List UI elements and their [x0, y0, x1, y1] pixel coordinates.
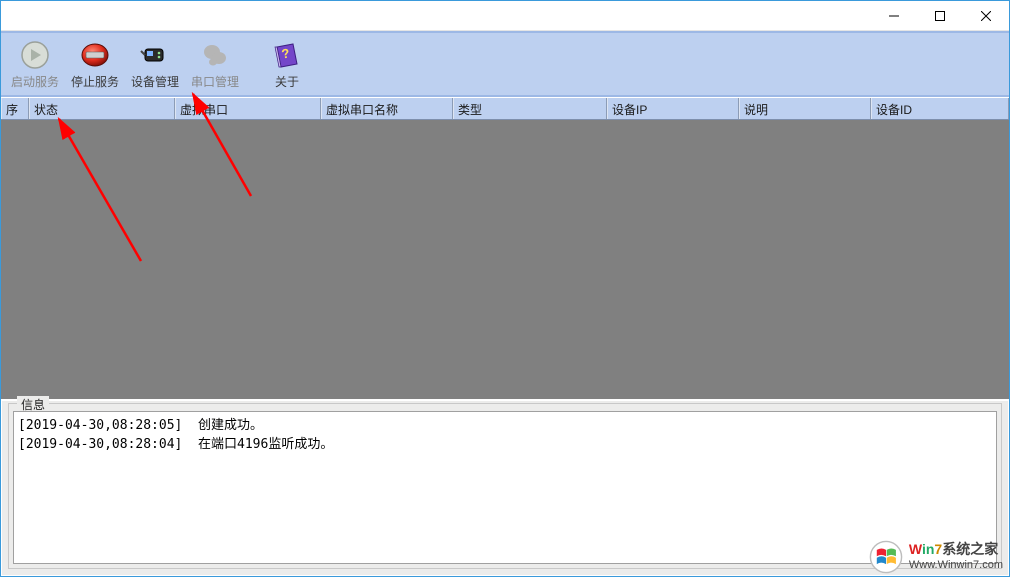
device-mgmt-button[interactable]: 设备管理	[125, 35, 185, 93]
col-vport[interactable]: 虚拟串口	[175, 98, 321, 119]
col-type[interactable]: 类型	[453, 98, 607, 119]
start-service-label: 启动服务	[11, 73, 59, 90]
minimize-button[interactable]	[871, 1, 917, 30]
info-panel: 信息 [2019-04-30,08:28:05] 创建成功。 [2019-04-…	[2, 401, 1008, 575]
stop-icon	[78, 38, 112, 72]
table-body[interactable]	[1, 120, 1009, 400]
stop-service-label: 停止服务	[71, 73, 119, 90]
col-seq[interactable]: 序	[1, 98, 29, 119]
device-mgmt-label: 设备管理	[131, 73, 179, 90]
serial-icon	[198, 38, 232, 72]
maximize-icon	[935, 11, 945, 21]
data-table: 序 状态 虚拟串口 虚拟串口名称 类型 设备IP 说明 设备ID	[1, 97, 1009, 400]
col-desc[interactable]: 说明	[739, 98, 871, 119]
titlebar	[1, 1, 1009, 31]
device-icon	[138, 38, 172, 72]
stop-service-button[interactable]: 停止服务	[65, 35, 125, 93]
play-icon	[18, 38, 52, 72]
col-vname[interactable]: 虚拟串口名称	[321, 98, 453, 119]
close-icon	[981, 11, 991, 21]
col-ip[interactable]: 设备IP	[607, 98, 739, 119]
log-output[interactable]: [2019-04-30,08:28:05] 创建成功。 [2019-04-30,…	[13, 411, 997, 564]
minimize-icon	[889, 11, 899, 21]
about-button[interactable]: ? 关于	[257, 35, 317, 93]
about-label: 关于	[275, 73, 299, 90]
start-service-button[interactable]: 启动服务	[5, 35, 65, 93]
serial-mgmt-button[interactable]: 串口管理	[185, 35, 245, 93]
table-header: 序 状态 虚拟串口 虚拟串口名称 类型 设备IP 说明 设备ID	[1, 98, 1009, 120]
close-button[interactable]	[963, 1, 1009, 30]
col-status[interactable]: 状态	[29, 98, 175, 119]
toolbar: 启动服务 停止服务 设备管理	[1, 31, 1009, 97]
col-devid[interactable]: 设备ID	[871, 98, 1009, 119]
serial-mgmt-label: 串口管理	[191, 73, 239, 90]
help-book-icon: ?	[270, 38, 304, 72]
maximize-button[interactable]	[917, 1, 963, 30]
